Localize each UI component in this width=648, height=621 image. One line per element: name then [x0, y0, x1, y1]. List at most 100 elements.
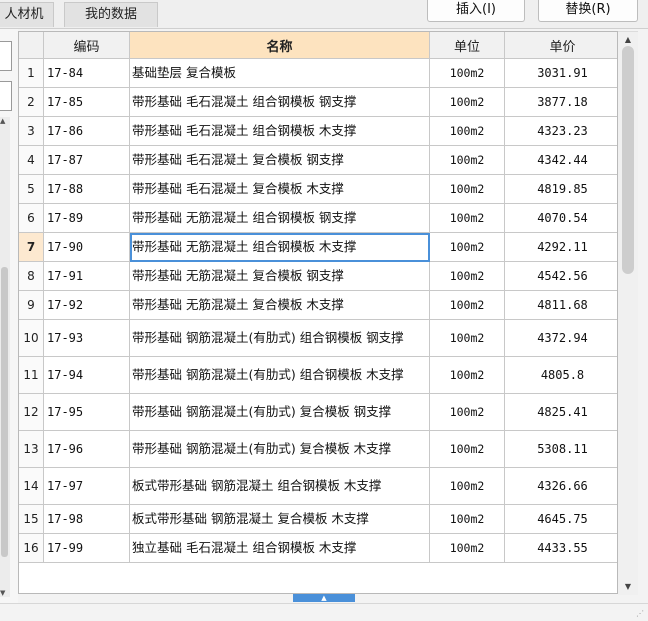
vertical-scrollbar[interactable]: ▲ ▼ — [618, 31, 638, 595]
row-index-cell[interactable]: 7 — [19, 232, 44, 262]
name-cell[interactable]: 带形基础 无筋混凝土 复合模板 木支撑 — [129, 290, 430, 320]
code-cell[interactable]: 17-91 — [43, 261, 130, 291]
tab-labor-material-machine[interactable]: 人材机 — [0, 2, 54, 27]
unit-cell[interactable]: 100m2 — [429, 533, 505, 563]
column-header-code[interactable]: 编码 — [43, 32, 130, 59]
price-cell[interactable]: 4433.55 — [504, 533, 617, 563]
code-cell[interactable]: 17-88 — [43, 174, 130, 204]
collapse-toggle-button[interactable]: ▲ — [293, 594, 355, 602]
table-row[interactable]: 12 17-95 带形基础 钢筋混凝土(有肋式) 复合模板 钢支撑 100m2 4825… — [19, 393, 617, 431]
name-cell[interactable]: 板式带形基础 钢筋混凝土 组合钢模板 木支撑 — [129, 467, 430, 505]
table-row[interactable]: 9 17-92 带形基础 无筋混凝土 复合模板 木支撑 100m2 4811.68 — [19, 290, 617, 320]
triangle-down-icon[interactable]: ▼ — [618, 579, 638, 595]
price-cell[interactable]: 4070.54 — [504, 203, 617, 233]
left-scrollbar-thumb[interactable] — [1, 267, 8, 557]
code-cell[interactable]: 17-90 — [43, 232, 130, 262]
column-header-unit[interactable]: 单位 — [429, 32, 505, 59]
code-cell[interactable]: 17-85 — [43, 87, 130, 117]
unit-cell[interactable]: 100m2 — [429, 203, 505, 233]
table-row[interactable]: 10 17-93 带形基础 钢筋混凝土(有肋式) 组合钢模板 钢支撑 100m2 437… — [19, 319, 617, 357]
row-index-cell[interactable]: 14 — [19, 467, 44, 505]
left-input-1[interactable] — [0, 41, 12, 71]
price-cell[interactable]: 4292.11 — [504, 232, 617, 262]
table-row[interactable]: 2 17-85 带形基础 毛石混凝土 组合钢模板 钢支撑 100m2 3877.18 — [19, 87, 617, 117]
code-cell[interactable]: 17-87 — [43, 145, 130, 175]
unit-cell[interactable]: 100m2 — [429, 504, 505, 534]
price-cell[interactable]: 3877.18 — [504, 87, 617, 117]
table-row[interactable]: 13 17-96 带形基础 钢筋混凝土(有肋式) 复合模板 木支撑 100m2 5308… — [19, 430, 617, 468]
unit-cell[interactable]: 100m2 — [429, 261, 505, 291]
price-cell[interactable]: 4323.23 — [504, 116, 617, 146]
name-cell[interactable]: 基础垫层 复合模板 — [129, 58, 430, 88]
row-index-cell[interactable]: 6 — [19, 203, 44, 233]
name-cell[interactable]: 板式带形基础 钢筋混凝土 复合模板 木支撑 — [129, 504, 430, 534]
row-index-cell[interactable]: 5 — [19, 174, 44, 204]
price-cell[interactable]: 4372.94 — [504, 319, 617, 357]
name-cell[interactable]: 带形基础 钢筋混凝土(有肋式) 复合模板 木支撑 — [129, 430, 430, 468]
code-cell[interactable]: 17-86 — [43, 116, 130, 146]
name-cell[interactable]: 带形基础 无筋混凝土 组合钢模板 木支撑 — [129, 232, 430, 262]
unit-cell[interactable]: 100m2 — [429, 290, 505, 320]
code-cell[interactable]: 17-98 — [43, 504, 130, 534]
name-cell[interactable]: 带形基础 钢筋混凝土(有肋式) 组合钢模板 木支撑 — [129, 356, 430, 394]
code-cell[interactable]: 17-96 — [43, 430, 130, 468]
row-index-cell[interactable]: 12 — [19, 393, 44, 431]
code-cell[interactable]: 17-99 — [43, 533, 130, 563]
name-cell[interactable]: 带形基础 钢筋混凝土(有肋式) 复合模板 钢支撑 — [129, 393, 430, 431]
code-cell[interactable]: 17-89 — [43, 203, 130, 233]
name-cell[interactable]: 独立基础 毛石混凝土 组合钢模板 木支撑 — [129, 533, 430, 563]
row-index-cell[interactable]: 15 — [19, 504, 44, 534]
vertical-scrollbar-thumb[interactable] — [622, 46, 634, 274]
unit-cell[interactable]: 100m2 — [429, 356, 505, 394]
price-cell[interactable]: 4811.68 — [504, 290, 617, 320]
unit-cell[interactable]: 100m2 — [429, 145, 505, 175]
row-index-cell[interactable]: 16 — [19, 533, 44, 563]
row-index-cell[interactable]: 11 — [19, 356, 44, 394]
table-row[interactable]: 3 17-86 带形基础 毛石混凝土 组合钢模板 木支撑 100m2 4323.23 — [19, 116, 617, 146]
triangle-up-icon[interactable]: ▲ — [0, 117, 5, 125]
unit-cell[interactable]: 100m2 — [429, 58, 505, 88]
triangle-down-icon[interactable]: ▼ — [0, 589, 5, 597]
left-input-2[interactable] — [0, 81, 12, 111]
price-cell[interactable]: 4645.75 — [504, 504, 617, 534]
table-row[interactable]: 8 17-91 带形基础 无筋混凝土 复合模板 钢支撑 100m2 4542.56 — [19, 261, 617, 291]
name-cell[interactable]: 带形基础 无筋混凝土 组合钢模板 钢支撑 — [129, 203, 430, 233]
code-cell[interactable]: 17-97 — [43, 467, 130, 505]
price-cell[interactable]: 4342.44 — [504, 145, 617, 175]
table-row[interactable]: 7 17-90 带形基础 无筋混凝土 组合钢模板 木支撑 100m2 4292.11 — [19, 232, 617, 262]
row-index-cell[interactable]: 2 — [19, 87, 44, 117]
unit-cell[interactable]: 100m2 — [429, 116, 505, 146]
code-cell[interactable]: 17-92 — [43, 290, 130, 320]
code-cell[interactable]: 17-95 — [43, 393, 130, 431]
replace-button[interactable]: 替换(R) — [538, 0, 638, 22]
name-cell[interactable]: 带形基础 毛石混凝土 复合模板 钢支撑 — [129, 145, 430, 175]
table-row[interactable]: 5 17-88 带形基础 毛石混凝土 复合模板 木支撑 100m2 4819.85 — [19, 174, 617, 204]
column-header-price[interactable]: 单价 — [504, 32, 617, 59]
price-cell[interactable]: 4805.8 — [504, 356, 617, 394]
unit-cell[interactable]: 100m2 — [429, 174, 505, 204]
price-cell[interactable]: 4542.56 — [504, 261, 617, 291]
row-index-cell[interactable]: 4 — [19, 145, 44, 175]
name-cell[interactable]: 带形基础 毛石混凝土 组合钢模板 钢支撑 — [129, 87, 430, 117]
code-cell[interactable]: 17-94 — [43, 356, 130, 394]
table-row[interactable]: 1 17-84 基础垫层 复合模板 100m2 3031.91 — [19, 58, 617, 88]
row-index-cell[interactable]: 13 — [19, 430, 44, 468]
price-cell[interactable]: 5308.11 — [504, 430, 617, 468]
price-cell[interactable]: 4825.41 — [504, 393, 617, 431]
code-cell[interactable]: 17-84 — [43, 58, 130, 88]
unit-cell[interactable]: 100m2 — [429, 319, 505, 357]
code-cell[interactable]: 17-93 — [43, 319, 130, 357]
name-cell[interactable]: 带形基础 毛石混凝土 复合模板 木支撑 — [129, 174, 430, 204]
unit-cell[interactable]: 100m2 — [429, 232, 505, 262]
table-row[interactable]: 14 17-97 板式带形基础 钢筋混凝土 组合钢模板 木支撑 100m2 4326.6… — [19, 467, 617, 505]
price-cell[interactable]: 3031.91 — [504, 58, 617, 88]
table-row[interactable]: 15 17-98 板式带形基础 钢筋混凝土 复合模板 木支撑 100m2 4645.75 — [19, 504, 617, 534]
row-index-cell[interactable]: 9 — [19, 290, 44, 320]
unit-cell[interactable]: 100m2 — [429, 393, 505, 431]
resize-grip-icon[interactable]: ⋰ — [636, 609, 646, 619]
price-cell[interactable]: 4326.66 — [504, 467, 617, 505]
table-row[interactable]: 6 17-89 带形基础 无筋混凝土 组合钢模板 钢支撑 100m2 4070.54 — [19, 203, 617, 233]
row-index-cell[interactable]: 10 — [19, 319, 44, 357]
unit-cell[interactable]: 100m2 — [429, 467, 505, 505]
column-header-name[interactable]: 名称 — [129, 32, 430, 59]
